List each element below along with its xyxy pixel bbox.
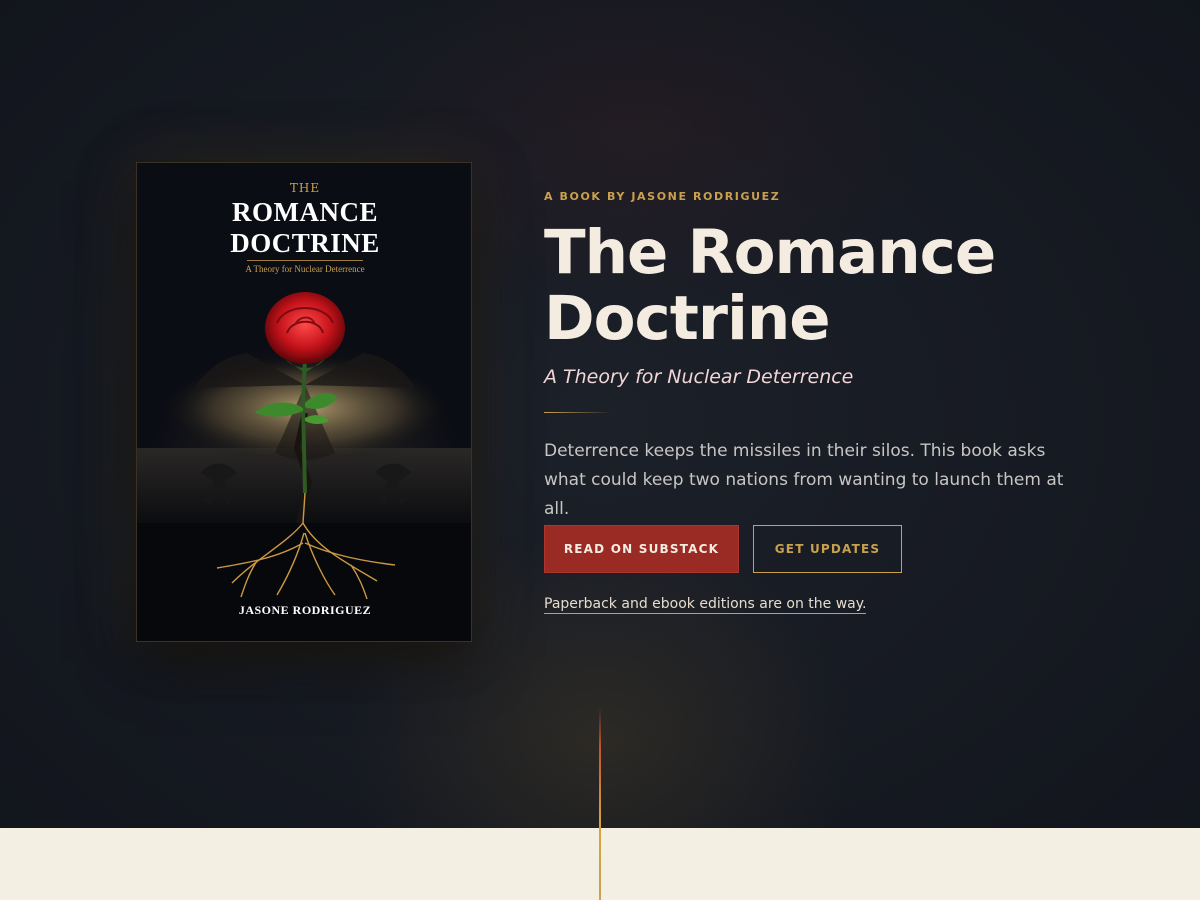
page-title-line-2: Doctrine (544, 283, 831, 354)
editions-note-link[interactable]: Paperback and ebook editions are on the … (544, 596, 867, 614)
page-subtitle: A Theory for Nuclear Deterrence (544, 366, 854, 388)
cover-title-line-1: ROMANCE (232, 197, 378, 227)
read-on-substack-button[interactable]: READ ON SUBSTACK (544, 525, 739, 573)
hero-section: THE ROMANCE DOCTRINE A Theory for Nuclea… (0, 0, 1200, 828)
cover-title-line-2: DOCTRINE (230, 228, 380, 258)
cover-author: JASONE RODRIGUEZ (238, 603, 372, 617)
gold-divider (544, 412, 612, 413)
page-title: The Romance Doctrine (544, 220, 1104, 352)
get-updates-button[interactable]: GET UPDATES (753, 525, 902, 573)
cover-subtitle: A Theory for Nuclear Deterrence (245, 264, 365, 274)
author-eyebrow: A BOOK BY JASONE RODRIGUEZ (544, 190, 781, 203)
cover-divider (247, 260, 363, 261)
cover-the-label: THE (289, 181, 321, 195)
light-beam-divider (599, 708, 601, 900)
page-title-line-1: The Romance (544, 217, 996, 288)
book-cover: THE ROMANCE DOCTRINE A Theory for Nuclea… (136, 162, 472, 642)
cover-title: ROMANCE DOCTRINE (137, 197, 471, 259)
book-description: Deterrence keeps the missiles in their s… (544, 441, 1064, 519)
